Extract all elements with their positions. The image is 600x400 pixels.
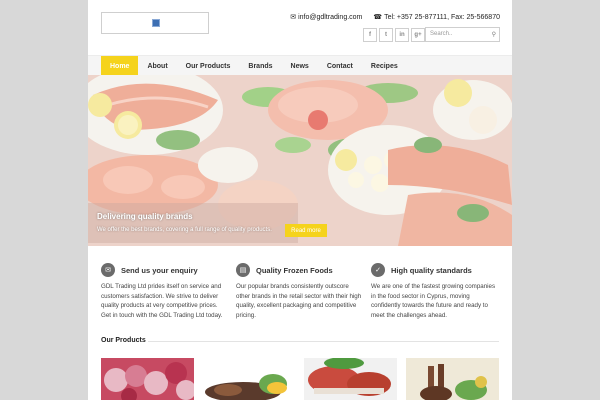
feature-title[interactable]: High quality standards [391, 266, 472, 275]
site-header: ✉ info@gdltrading.com ☎ Tel: +357 25-87711… [88, 0, 512, 55]
grilled-dish-image [203, 358, 296, 400]
berries-image [101, 358, 194, 400]
nav-news[interactable]: News [282, 56, 318, 76]
read-more-button[interactable]: Read more [285, 224, 327, 237]
feature-frozen-foods: ▤ Quality Frozen Foods Our popular brand… [236, 263, 364, 320]
hero-subtitle: We offer the best brands, covering a ful… [97, 227, 272, 233]
main-nav: Home About Our Products Brands News Cont… [88, 55, 512, 76]
phone-icon: ☎ [373, 14, 383, 21]
feature-text: GDL Trading Ltd prides itself on service… [101, 283, 223, 319]
logo-icon [152, 19, 160, 27]
social-links: f t in g+ [363, 28, 425, 42]
phone-contact: ☎ Tel: +357 25-877111, Fax: 25-566870 [373, 13, 500, 21]
products-heading: Our Products [101, 337, 146, 344]
hero-title: Delivering quality brands [97, 212, 193, 221]
nav-recipes[interactable]: Recipes [362, 56, 407, 76]
facebook-icon[interactable]: f [363, 28, 377, 42]
hero-slider[interactable]: Delivering quality brands We offer the b… [88, 75, 512, 246]
search-icon[interactable]: ⚲ [492, 31, 496, 38]
search-placeholder: Search.. [430, 31, 453, 37]
feature-enquiry: ✉ Send us your enquiry GDL Trading Ltd p… [101, 263, 229, 320]
product-thumb-lamb[interactable] [406, 358, 499, 400]
logo[interactable] [101, 12, 209, 34]
ribs-image [304, 358, 397, 400]
search-input[interactable]: Search.. ⚲ [425, 27, 500, 42]
main-content: ✉ Send us your enquiry GDL Trading Ltd p… [88, 247, 512, 400]
product-thumb-berries[interactable] [101, 358, 194, 400]
nav-home[interactable]: Home [101, 56, 139, 76]
linkedin-icon[interactable]: in [395, 28, 409, 42]
feature-text: Our popular brands consistently outscore… [236, 283, 362, 319]
product-thumb-ribs[interactable] [304, 358, 397, 400]
feature-title[interactable]: Send us your enquiry [121, 266, 198, 275]
divider [148, 341, 499, 342]
nav-about[interactable]: About [138, 56, 176, 76]
email-text: info@gdltrading.com [298, 14, 363, 21]
nav-brands[interactable]: Brands [239, 56, 281, 76]
email-contact[interactable]: ✉ info@gdltrading.com [290, 13, 362, 21]
contact-info: ✉ info@gdltrading.com ☎ Tel: +357 25-87711… [281, 13, 500, 21]
phone-text: Tel: +357 25-877111, Fax: 25-566870 [384, 14, 500, 21]
feature-text: We are one of the fastest growing compan… [371, 283, 496, 319]
lamb-chops-image [406, 358, 499, 400]
product-thumb-grill[interactable] [203, 358, 296, 400]
envelope-icon: ✉ [101, 263, 115, 277]
envelope-icon: ✉ [290, 14, 297, 21]
nav-our-products[interactable]: Our Products [177, 56, 240, 76]
feature-quality-standards: ✓ High quality standards We are one of t… [371, 263, 499, 320]
nav-contact[interactable]: Contact [318, 56, 362, 76]
twitter-icon[interactable]: t [379, 28, 393, 42]
check-icon: ✓ [371, 263, 385, 277]
feature-title[interactable]: Quality Frozen Foods [256, 266, 333, 275]
google-plus-icon[interactable]: g+ [411, 28, 425, 42]
list-icon: ▤ [236, 263, 250, 277]
